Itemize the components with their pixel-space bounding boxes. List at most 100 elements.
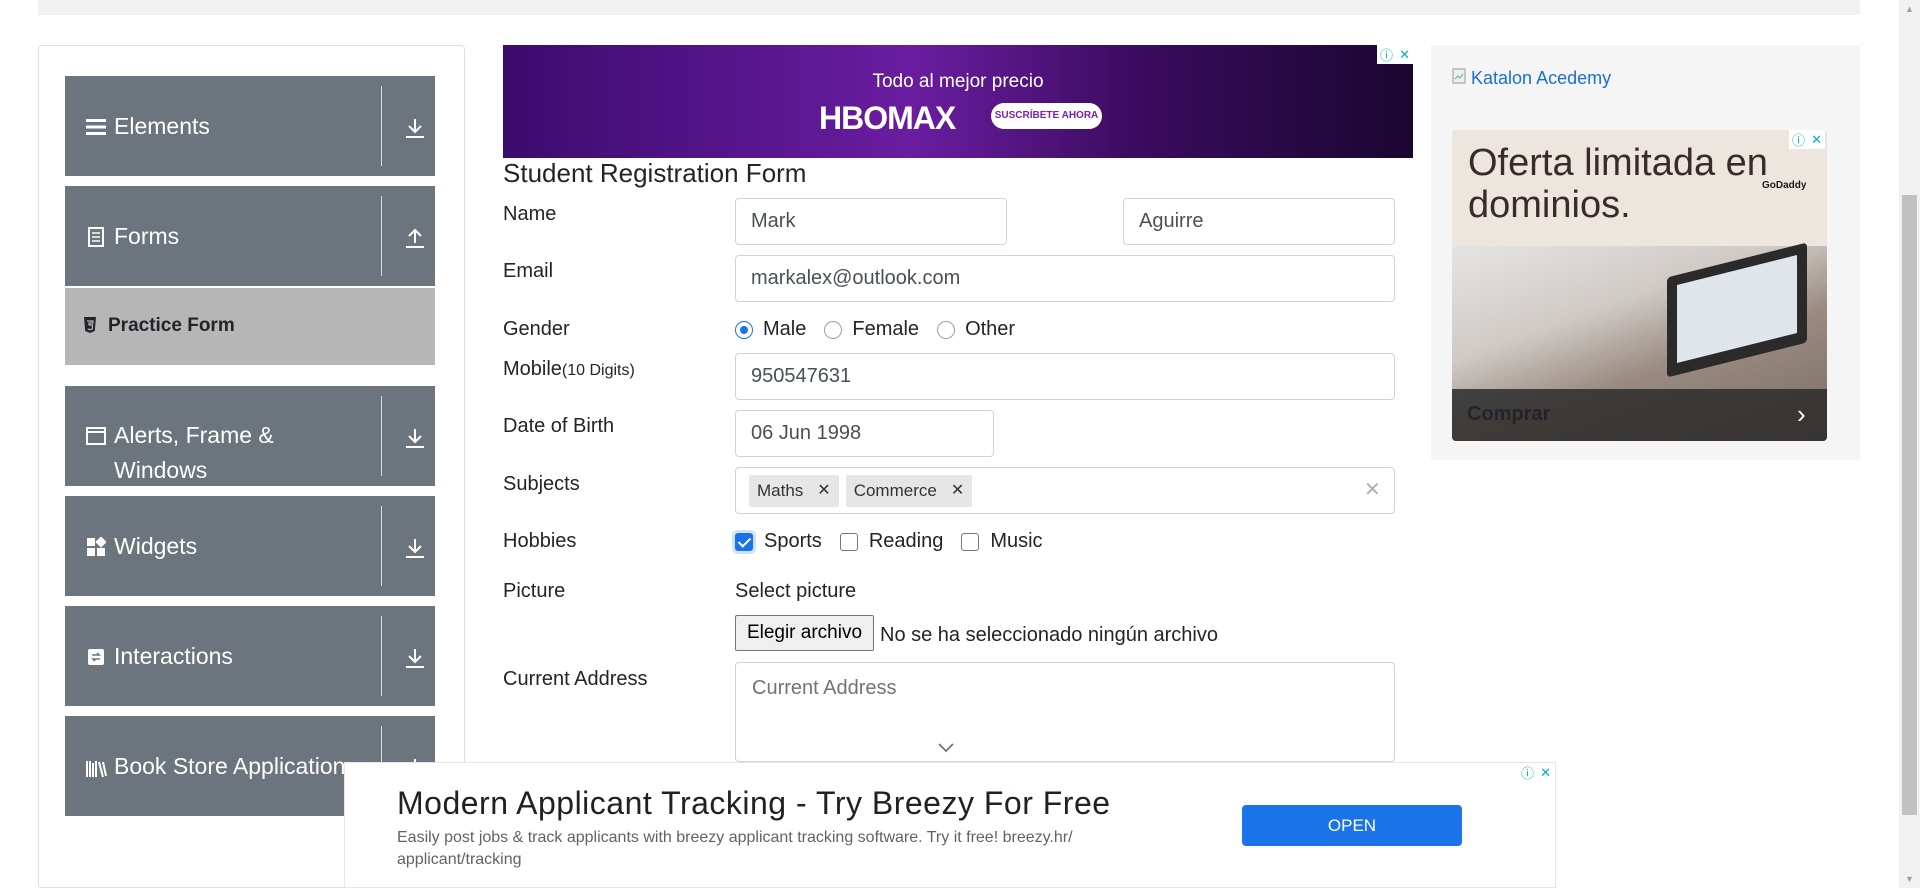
hobby-option-label[interactable]: Music [990, 530, 1042, 553]
subject-chip: Maths ✕ [749, 474, 839, 507]
nav-group-alerts[interactable]: Alerts, Frame & Windows [65, 386, 435, 486]
nav-group-interactions[interactable]: Interactions [65, 606, 435, 706]
email-input[interactable]: markalex@outlook.com [735, 255, 1395, 302]
choose-file-button[interactable]: Elegir archivo [735, 615, 874, 651]
remove-chip-icon[interactable]: ✕ [817, 468, 830, 513]
close-icon[interactable]: ✕ [1811, 132, 1822, 148]
buy-bar[interactable]: Comprar › [1452, 389, 1827, 441]
subject-chip: Commerce ✕ [845, 474, 973, 507]
nav-group-label: Book Store Application [114, 753, 346, 779]
ad-choices-badge[interactable]: ⓘ ✕ [1789, 130, 1825, 149]
ad-choices-badge[interactable]: ⓘ ✕ [1518, 763, 1554, 782]
divider [381, 506, 382, 586]
ad-choices-badge[interactable]: ⓘ ✕ [1377, 45, 1413, 64]
breezy-ad-title[interactable]: Modern Applicant Tracking - Try Breezy F… [397, 785, 1111, 822]
info-icon[interactable]: ⓘ [1521, 763, 1534, 782]
books-icon [85, 758, 107, 780]
document-icon [85, 226, 107, 248]
divider [381, 196, 382, 276]
name-label: Name [503, 203, 557, 225]
divider [381, 616, 382, 696]
picture-label: Picture [503, 580, 566, 602]
upload-icon[interactable] [403, 226, 427, 250]
divider [381, 396, 382, 476]
nav-group-widgets[interactable]: Widgets [65, 496, 435, 596]
nav-group-elements[interactable]: Elements [65, 76, 435, 176]
window-icon [85, 425, 107, 447]
nav-group-label: Forms [114, 223, 180, 249]
subjects-input[interactable]: Maths ✕ Commerce ✕ ✕ [735, 467, 1395, 514]
nav-group-label: Alerts, Frame & [114, 422, 274, 448]
katalon-link-text[interactable]: Katalon Acedemy [1471, 68, 1611, 88]
gender-female-radio[interactable] [824, 320, 843, 339]
info-icon[interactable]: ⓘ [1380, 45, 1393, 64]
hobbies-checkbox-group: Sports Reading Music [735, 530, 1043, 553]
clear-all-icon[interactable]: ✕ [1364, 468, 1381, 513]
subscribe-button[interactable]: SUSCRÍBETE AHORA [991, 103, 1102, 129]
hobby-music-checkbox[interactable] [961, 532, 980, 551]
hobby-option-label[interactable]: Reading [869, 530, 944, 553]
gender-other-radio[interactable] [937, 320, 956, 339]
gender-radio-group: Male Female Other [735, 318, 1015, 341]
email-label: Email [503, 260, 554, 282]
download-icon[interactable] [403, 646, 427, 670]
last-name-input[interactable]: Aguirre [1123, 198, 1395, 245]
nav-group-forms[interactable]: Forms [65, 186, 435, 286]
katalon-academy-link[interactable]: Katalon Acedemy [1452, 68, 1611, 89]
open-button[interactable]: OPEN [1242, 805, 1462, 846]
widgets-icon [85, 536, 107, 558]
mobile-hint: (10 Digits) [561, 362, 635, 379]
godaddy-ad[interactable]: Oferta limitada en dominios. GoDaddy Com… [1452, 130, 1827, 441]
hbo-max-ad[interactable]: Todo al mejor precio HBOMAX SUSCRÍBETE A… [503, 45, 1413, 158]
mobile-input[interactable]: 950547631 [735, 353, 1395, 400]
scrollbar-thumb[interactable] [1902, 195, 1917, 815]
remove-chip-icon[interactable]: ✕ [951, 468, 964, 513]
hobby-sports-checkbox[interactable] [735, 532, 753, 551]
file-status: No se ha seleccionado ningún archivo [880, 624, 1218, 646]
subject-chip-label: Maths [757, 481, 804, 500]
interactions-icon [85, 646, 107, 668]
subjects-label: Subjects [503, 473, 580, 495]
close-icon[interactable]: ✕ [1540, 765, 1551, 781]
gender-option-label[interactable]: Other [965, 318, 1015, 341]
hobbies-label: Hobbies [503, 530, 577, 552]
hobby-option-label[interactable]: Sports [764, 530, 822, 553]
download-icon[interactable] [403, 426, 427, 450]
page-header-band [38, 0, 1860, 15]
html5-icon [83, 316, 97, 339]
first-name-input[interactable]: Mark [735, 198, 1007, 245]
mobile-label-text: Mobile [503, 358, 562, 380]
scroll-up-icon[interactable]: ▲ [1899, 0, 1920, 18]
nav-group-label: Elements [114, 113, 210, 139]
mobile-label: Mobile(10 Digits) [503, 358, 635, 381]
gender-label: Gender [503, 318, 570, 340]
form-title: Student Registration Form [503, 158, 807, 188]
divider [381, 86, 382, 166]
nav-group-label: Interactions [114, 643, 233, 669]
subject-chip-label: Commerce [853, 481, 937, 500]
gender-option-label[interactable]: Female [852, 318, 919, 341]
current-address-textarea[interactable]: Current Address [735, 662, 1395, 762]
ad-headline: Todo al mejor precio [872, 71, 1044, 92]
download-icon[interactable] [403, 116, 427, 140]
broken-image-icon [1452, 68, 1471, 88]
scroll-down-icon[interactable]: ▼ [1899, 870, 1920, 888]
close-icon[interactable]: ✕ [1399, 47, 1410, 63]
gender-male-radio[interactable] [735, 320, 753, 339]
breezy-ad[interactable]: Modern Applicant Tracking - Try Breezy F… [344, 762, 1556, 888]
download-icon[interactable] [403, 536, 427, 560]
nav-item-practice-form[interactable]: Practice Form [65, 288, 435, 365]
buy-label[interactable]: Comprar [1467, 403, 1550, 426]
date-of-birth-input[interactable]: 06 Jun 1998 [735, 410, 994, 457]
nav-item-label: Practice Form [108, 315, 235, 336]
hobby-reading-checkbox[interactable] [839, 532, 858, 551]
chevron-down-icon[interactable] [937, 741, 955, 753]
nav-group-label: Widgets [114, 533, 198, 559]
info-icon[interactable]: ⓘ [1792, 130, 1805, 149]
breezy-ad-description: Easily post jobs & track applicants with… [397, 829, 1073, 868]
gender-option-label[interactable]: Male [763, 318, 806, 341]
nav-group-label-line2: Windows [114, 457, 208, 483]
current-address-label: Current Address [503, 668, 648, 690]
hbo-max-logo: HBOMAX [819, 100, 956, 136]
chevron-right-icon[interactable]: › [1797, 399, 1806, 430]
